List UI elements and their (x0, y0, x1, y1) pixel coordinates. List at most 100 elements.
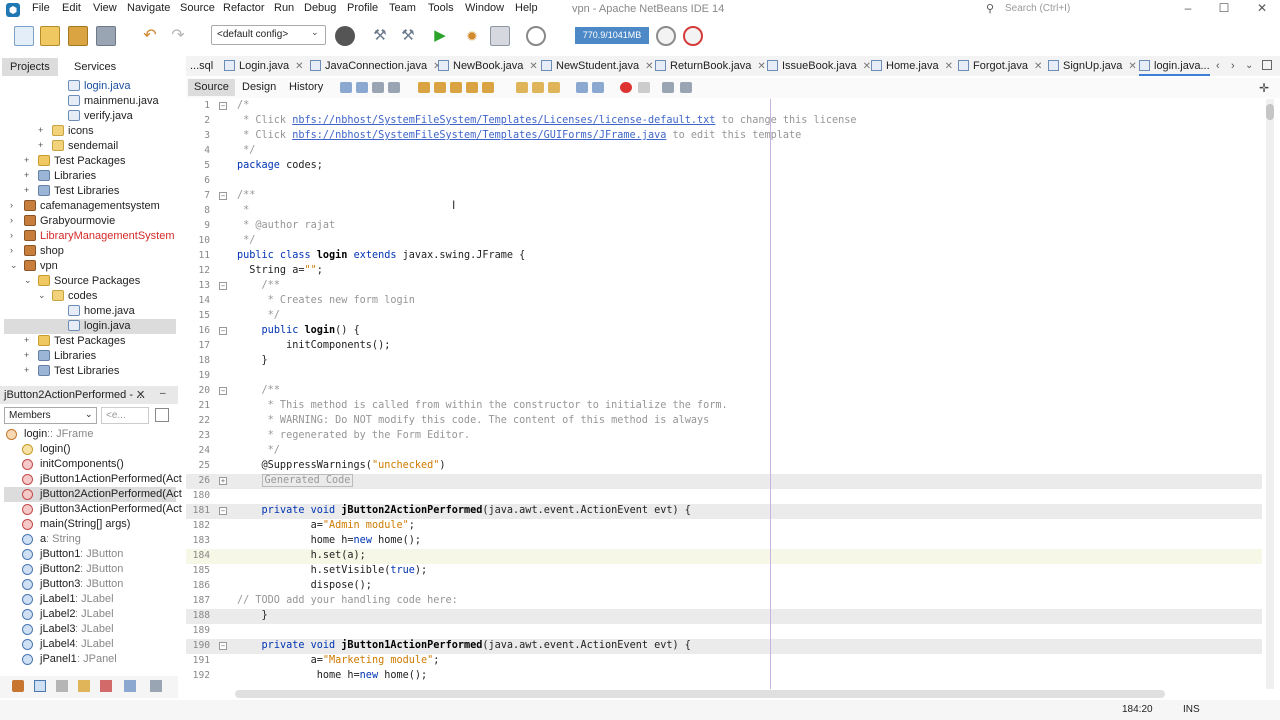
undo-icon[interactable]: ↶ (140, 26, 160, 46)
code-text[interactable]: * WARNING: Do NOT modify this code. The … (237, 415, 710, 426)
close-tab-icon[interactable]: ✕ (645, 61, 653, 72)
code-text[interactable]: dispose(); (237, 580, 372, 591)
code-text[interactable]: home h=new home(); (237, 670, 427, 681)
code-text[interactable]: /** (237, 385, 280, 396)
uncomment-icon[interactable] (680, 82, 692, 93)
attach-debugger-icon[interactable] (526, 26, 546, 46)
member-item[interactable]: jButton3 : JButton (4, 577, 176, 592)
search-input[interactable]: Search (Ctrl+I) (1005, 3, 1070, 14)
tab-source[interactable]: Source (188, 79, 235, 96)
build-icon[interactable]: ⚒ (370, 26, 390, 46)
code-text[interactable]: * Creates new form login (237, 295, 415, 306)
menu-navigate[interactable]: Navigate (127, 2, 170, 14)
expand-toggle-icon[interactable]: ⌄ (10, 260, 20, 271)
search-icon[interactable]: ⚲ (986, 2, 1000, 15)
profiler-snapshot-icon[interactable] (683, 26, 703, 46)
tree-item[interactable]: + Test Packages (4, 154, 176, 169)
tree-item[interactable]: login.java (4, 319, 176, 334)
fold-toggle-icon[interactable]: − (219, 282, 227, 290)
code-line[interactable]: 12 String a=""; (186, 264, 1262, 279)
code-line[interactable]: 17 initComponents(); (186, 339, 1262, 354)
code-text[interactable]: a="Marketing module"; (237, 655, 440, 666)
minimize-panel-icon[interactable]: – (160, 388, 166, 399)
code-line[interactable]: 11 public class login extends javax.swing… (186, 249, 1262, 264)
new-file-icon[interactable] (14, 26, 34, 46)
vertical-scrollbar-thumb[interactable] (1266, 104, 1274, 120)
fold-toggle-icon[interactable]: − (219, 327, 227, 335)
member-item[interactable]: initComponents() (4, 457, 176, 472)
close-tab-icon[interactable]: ✕ (945, 61, 953, 72)
close-tab-icon[interactable]: ✕ (295, 61, 303, 72)
expand-toggle-icon[interactable]: › (10, 200, 20, 210)
config-select[interactable]: <default config> (211, 25, 326, 45)
next-bookmark-icon[interactable] (532, 82, 544, 93)
code-line[interactable]: 13 − /** (186, 279, 1262, 294)
tree-item[interactable]: + Libraries (4, 349, 176, 364)
code-line[interactable]: 182 a="Admin module"; (186, 519, 1262, 534)
nonpublic-filter-icon[interactable] (78, 680, 90, 692)
code-text[interactable]: } (237, 610, 268, 621)
member-item[interactable]: a : String (4, 532, 176, 547)
code-line[interactable]: 189 (186, 624, 1262, 639)
code-line[interactable]: 186 dispose(); (186, 579, 1262, 594)
code-text[interactable]: private void jButton2ActionPerformed(jav… (237, 505, 691, 516)
code-line[interactable]: 16 − public login() { (186, 324, 1262, 339)
menu-help[interactable]: Help (515, 2, 538, 14)
profile-icon[interactable] (490, 26, 510, 46)
close-tab-icon[interactable]: ✕ (1034, 61, 1042, 72)
code-line[interactable]: 15 */ (186, 309, 1262, 324)
code-text[interactable]: h.set(a); (237, 550, 366, 561)
code-line[interactable]: 188 } (186, 609, 1262, 624)
code-line[interactable]: 22 * WARNING: Do NOT modify this code. T… (186, 414, 1262, 429)
expand-toggle-icon[interactable]: + (24, 185, 34, 195)
expand-toggle-icon[interactable]: › (10, 215, 20, 225)
code-line[interactable]: 18 } (186, 354, 1262, 369)
member-item[interactable]: jLabel4 : JLabel (4, 637, 176, 652)
menu-file[interactable]: File (32, 2, 50, 14)
menu-run[interactable]: Run (274, 2, 294, 14)
tree-item[interactable]: ⌄ vpn (4, 259, 176, 274)
open-project-icon[interactable] (68, 26, 88, 46)
tree-item[interactable]: + Test Libraries (4, 184, 176, 199)
menu-debug[interactable]: Debug (304, 2, 336, 14)
expand-toggle-icon[interactable]: + (24, 170, 34, 180)
expand-toggle-icon[interactable]: + (24, 365, 34, 375)
horizontal-scrollbar[interactable] (235, 690, 1165, 698)
toggle-highlight-icon[interactable] (466, 82, 478, 93)
close-navigator-icon[interactable]: ✕ (136, 388, 145, 401)
expand-toggle-icon[interactable]: ⌄ (38, 290, 48, 301)
tree-item[interactable]: ⌄ codes (4, 289, 176, 304)
code-line[interactable]: 5 package codes; (186, 159, 1262, 174)
tree-item[interactable]: + Test Packages (4, 334, 176, 349)
code-text[interactable]: */ (237, 145, 255, 156)
tree-item[interactable]: + Test Libraries (4, 364, 176, 379)
code-text[interactable]: } (237, 355, 268, 366)
code-text[interactable]: * This method is called from within the … (237, 400, 728, 411)
expand-toggle-icon[interactable]: + (24, 350, 34, 360)
member-item[interactable]: jLabel1 : JLabel (4, 592, 176, 607)
fold-toggle-icon[interactable]: + (219, 477, 227, 485)
find-selection-icon[interactable] (418, 82, 430, 93)
fold-toggle-icon[interactable]: − (219, 102, 227, 110)
code-text[interactable]: * regenerated by the Form Editor. (237, 430, 470, 441)
code-line[interactable]: 191 a="Marketing module"; (186, 654, 1262, 669)
stop-macro-icon[interactable] (638, 82, 650, 93)
editor-tab[interactable]: NewStudent.java ✕ (541, 57, 654, 76)
code-text[interactable]: * Click nbfs://nbhost/SystemFileSystem/T… (237, 130, 801, 141)
code-text[interactable]: home h=new home(); (237, 535, 421, 546)
close-tab-icon[interactable]: ✕ (529, 61, 537, 72)
code-text[interactable]: private void jButton1ActionPerformed(jav… (237, 640, 691, 651)
editor-tab[interactable]: ...sql (190, 57, 213, 76)
previous-bookmark-icon[interactable] (516, 82, 528, 93)
menu-profile[interactable]: Profile (347, 2, 378, 14)
toggle-bookmark-icon[interactable] (548, 82, 560, 93)
editor-tab[interactable]: login.java... (1139, 57, 1210, 76)
redo-icon[interactable]: ↷ (168, 26, 188, 46)
code-line[interactable]: 190 − private void jButton1ActionPerforme… (186, 639, 1262, 654)
expand-toggle-icon[interactable]: + (38, 125, 48, 135)
sort-by-name-icon[interactable] (100, 680, 112, 692)
editor-tab[interactable]: Forgot.java ✕ (958, 57, 1042, 76)
comment-icon[interactable] (662, 82, 674, 93)
chevron-down-icon[interactable]: ⌄ (1245, 60, 1253, 71)
editor-tab[interactable]: Login.java ✕ (224, 57, 304, 76)
